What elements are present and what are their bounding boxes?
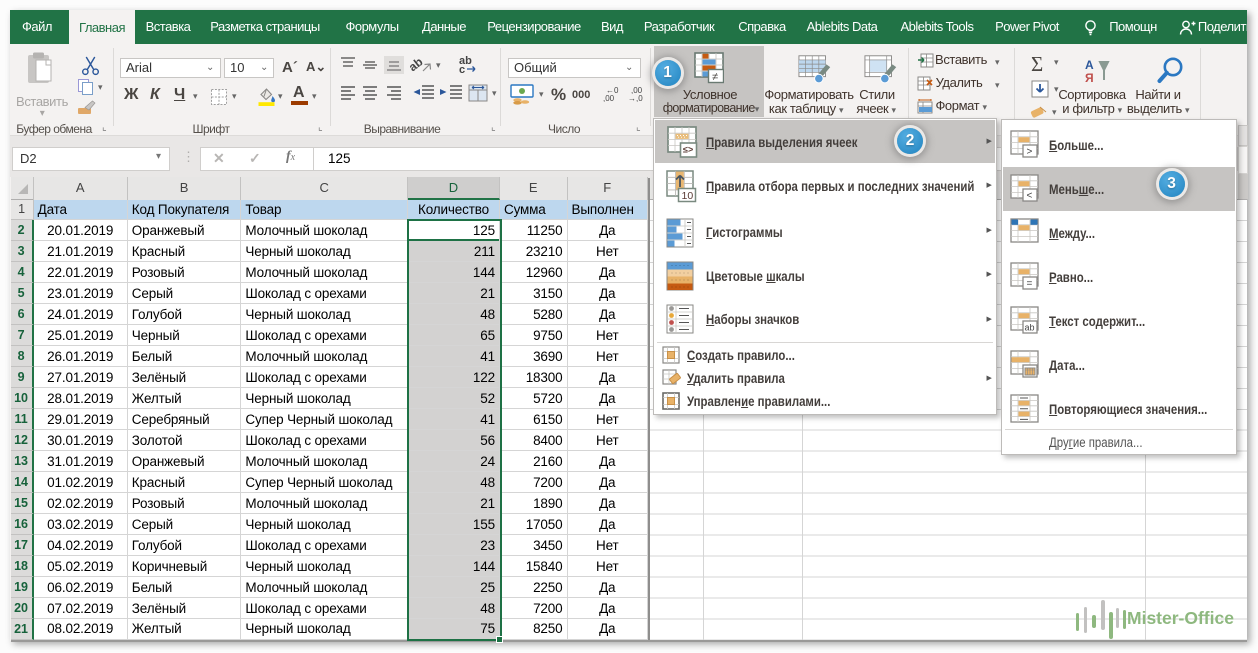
- svg-text:ab: ab: [410, 56, 426, 74]
- svg-text:А: А: [1085, 58, 1094, 72]
- svg-text:≠: ≠: [712, 71, 718, 83]
- svg-text:→,0: →,0: [628, 94, 643, 103]
- svg-text:Я: Я: [1085, 71, 1094, 85]
- svg-text:c: c: [459, 64, 465, 74]
- svg-text:,00: ,00: [603, 94, 615, 103]
